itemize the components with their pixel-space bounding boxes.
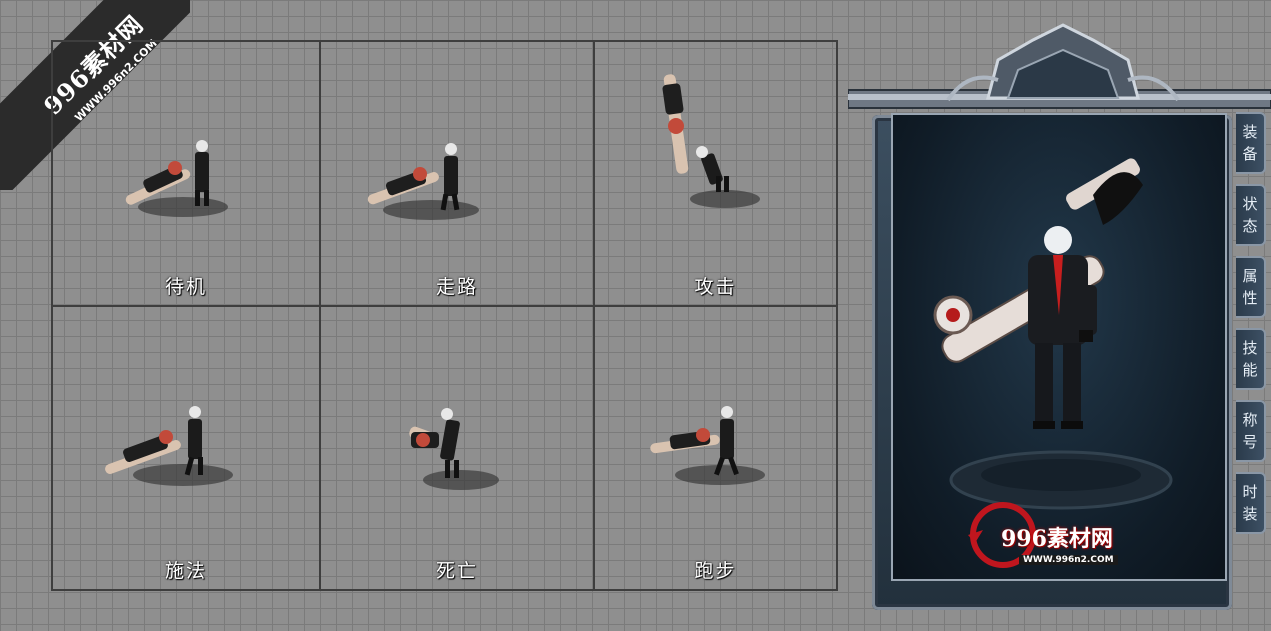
animation-label-death: 死亡 xyxy=(435,560,478,582)
logo-text: 996素材网 xyxy=(1001,526,1113,552)
walk-sprite xyxy=(367,143,479,220)
run-sprite xyxy=(650,406,765,485)
animation-label-walk: 走路 xyxy=(435,276,478,298)
tab-attributes[interactable]: 属性 xyxy=(1236,256,1266,318)
death-sprite xyxy=(409,408,499,490)
attack-sprite xyxy=(662,74,760,208)
logo-url: WWW.996n2.COM xyxy=(1019,555,1118,565)
idle-sprite xyxy=(125,140,228,217)
animation-cell-cast[interactable]: 施法 xyxy=(53,307,321,589)
animation-grid: 待机 走路 攻击 施法 死亡 跑步 xyxy=(51,40,838,591)
animation-label-idle: 待机 xyxy=(164,276,207,298)
tab-titles[interactable]: 称号 xyxy=(1236,400,1266,462)
character-tabs: 装备 状态 属性 技能 称号 时装 xyxy=(1236,112,1271,544)
animation-cell-death[interactable]: 死亡 xyxy=(321,307,595,589)
animation-cell-idle[interactable]: 待机 xyxy=(53,42,321,307)
cast-sprite xyxy=(105,406,233,486)
animation-cell-attack[interactable]: 攻击 xyxy=(595,42,836,307)
animation-label-attack: 攻击 xyxy=(694,276,737,298)
animation-label-run: 跑步 xyxy=(694,560,737,582)
character-panel: 装备 状态 属性 技能 称号 时装 996素材网 WWW.996n2.COM xyxy=(848,20,1271,610)
logo-watermark: 996素材网 WWW.996n2.COM xyxy=(963,495,1173,575)
animation-cell-run[interactable]: 跑步 xyxy=(595,307,836,589)
tab-skills[interactable]: 技能 xyxy=(1236,328,1266,390)
animation-cell-walk[interactable]: 走路 xyxy=(321,42,595,307)
tab-fashion[interactable]: 时装 xyxy=(1236,472,1266,534)
animation-label-cast: 施法 xyxy=(164,560,207,582)
tab-equipment[interactable]: 装备 xyxy=(1236,112,1266,174)
tab-status[interactable]: 状态 xyxy=(1236,184,1266,246)
